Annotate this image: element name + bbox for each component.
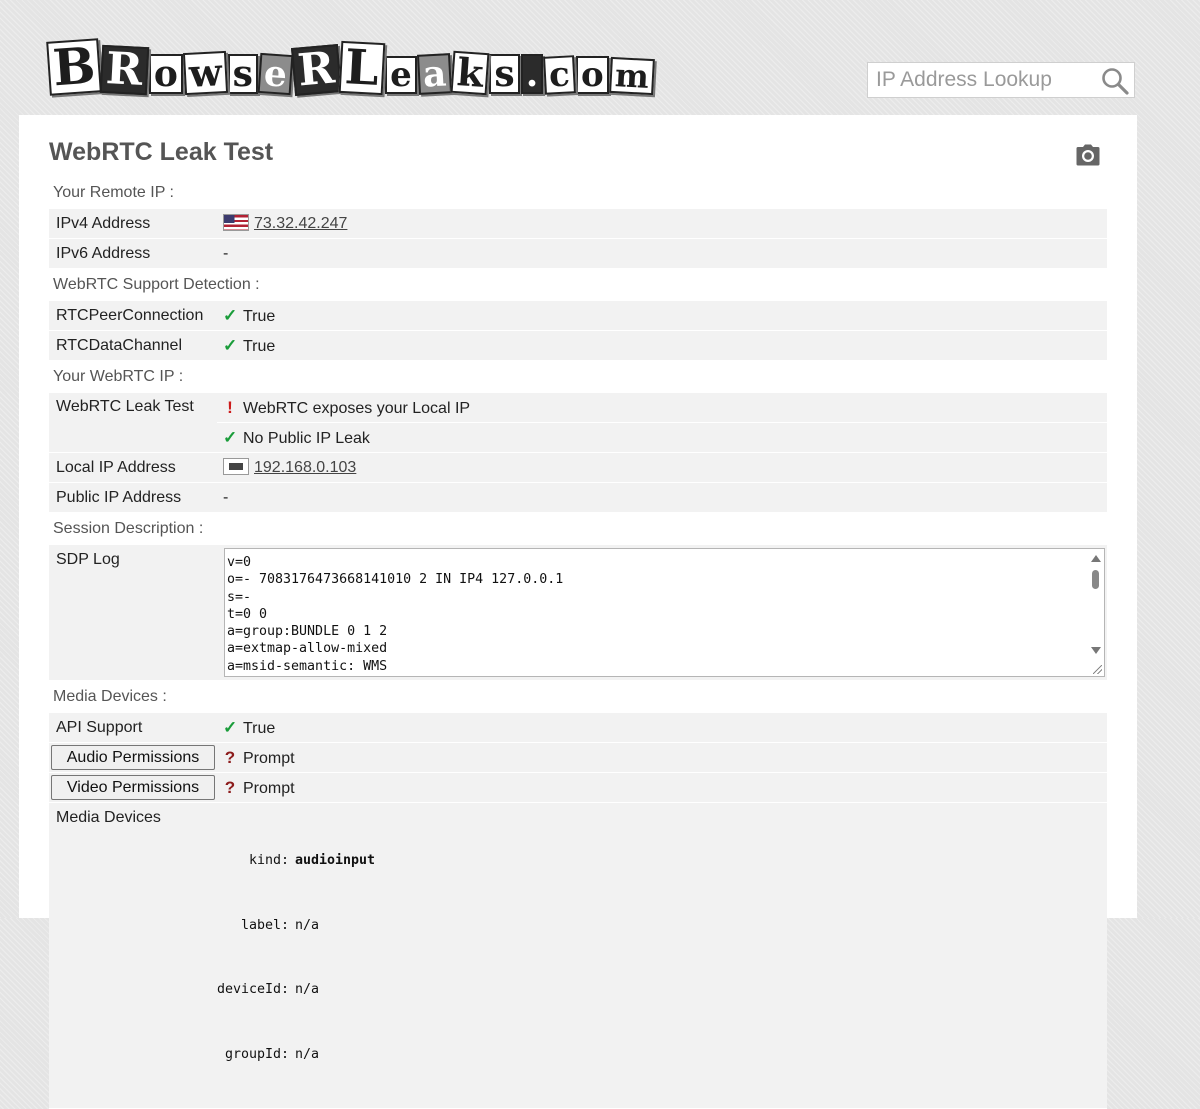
- logo-tile: R: [100, 43, 150, 96]
- scroll-up-icon[interactable]: [1091, 555, 1101, 562]
- rtcdatachannel-row: RTCDataChannel ✓ True: [49, 331, 1107, 361]
- ipv4-row: IPv4 Address 73.32.42.247: [49, 209, 1107, 239]
- page-title: WebRTC Leak Test: [49, 138, 274, 166]
- ipv6-label: IPv6 Address: [49, 239, 217, 269]
- media-devices-row: Media Devices kind: audioinput label: n/a …: [49, 803, 1107, 1109]
- ipv4-label: IPv4 Address: [49, 209, 217, 239]
- logo-tile: s: [489, 54, 520, 94]
- sdp-label: SDP Log: [49, 545, 217, 681]
- local-ip-link[interactable]: 192.168.0.103: [254, 459, 356, 476]
- leak-local-value: WebRTC exposes your Local IP: [243, 399, 471, 417]
- logo-tile: o: [148, 54, 183, 94]
- sdp-textarea[interactable]: v=0 o=- 7083176473668141010 2 IN IP4 127…: [224, 548, 1105, 677]
- section-session-description: Session Description :: [53, 520, 204, 537]
- question-icon: ?: [224, 777, 236, 797]
- main-panel: WebRTC Leak Test Your Remote IP : IPv4 A…: [19, 115, 1137, 1109]
- rtcdatachannel-value: True: [243, 337, 276, 355]
- audio-permissions-value: Prompt: [243, 749, 295, 767]
- check-icon: ✓: [223, 335, 238, 355]
- device-kind: kind: audioinput: [248, 853, 376, 868]
- logo-tile: .: [520, 54, 544, 94]
- logo-tile: w: [182, 49, 228, 96]
- logo-tile: a: [416, 52, 453, 96]
- rtcpeerconnection-value: True: [243, 307, 276, 325]
- sdp-row: SDP Log v=0 o=- 7083176473668141010 2 IN…: [49, 545, 1107, 681]
- scroll-down-icon[interactable]: [1091, 647, 1101, 654]
- section-remote-ip: Your Remote IP :: [53, 184, 174, 201]
- logo-tile: L: [339, 39, 386, 97]
- logo-tile: e: [257, 52, 294, 96]
- ethernet-icon: [223, 458, 249, 475]
- ip-lookup-input[interactable]: [868, 63, 1096, 97]
- sdp-scrollbar[interactable]: [1087, 549, 1104, 676]
- logo-tile: B: [46, 36, 103, 97]
- section-webrtc-ip: Your WebRTC IP :: [53, 368, 184, 385]
- logo-tile: R: [290, 43, 342, 96]
- logo-tile: k: [450, 49, 490, 96]
- video-permissions-button[interactable]: Video Permissions: [51, 775, 215, 800]
- sdp-log-text: v=0 o=- 7083176473668141010 2 IN IP4 127…: [227, 555, 564, 674]
- rtcpeerconnection-row: RTCPeerConnection ✓ True: [49, 301, 1107, 331]
- rtcpeerconnection-label: RTCPeerConnection: [49, 301, 217, 331]
- device-group-id: groupId: n/a: [224, 1046, 320, 1062]
- rtcdatachannel-label: RTCDataChannel: [49, 331, 217, 361]
- section-webrtc-support: WebRTC Support Detection :: [53, 276, 260, 293]
- camera-icon[interactable]: [1076, 144, 1100, 166]
- audio-permissions-button[interactable]: Audio Permissions: [51, 745, 215, 770]
- api-support-label: API Support: [49, 713, 217, 743]
- site-logo[interactable]: B R o w s e R L e a k s . c o m: [46, 18, 655, 97]
- scroll-thumb[interactable]: [1092, 570, 1099, 589]
- resize-grip-icon[interactable]: [1093, 665, 1102, 674]
- ipv6-value: -: [217, 239, 1107, 269]
- leak-test-row: WebRTC Leak Test ! WebRTC exposes your Lo…: [49, 393, 1107, 453]
- leak-public-value: No Public IP Leak: [243, 429, 370, 447]
- ipv4-link[interactable]: 73.32.42.247: [254, 215, 347, 232]
- logo-tile: e: [385, 56, 417, 94]
- public-ip-row: Public IP Address -: [49, 483, 1107, 513]
- warning-icon: !: [227, 397, 233, 417]
- api-support-value: True: [243, 719, 276, 737]
- media-device-list: kind: audioinput label: n/a deviceId: n/a g…: [217, 803, 1107, 1108]
- logo-tile: o: [575, 56, 609, 94]
- logo-tile: m: [608, 56, 655, 96]
- public-ip-value: -: [217, 483, 1107, 513]
- ip-lookup-search: [867, 62, 1135, 98]
- media-devices-label: Media Devices: [49, 803, 217, 1109]
- public-ip-label: Public IP Address: [49, 483, 217, 513]
- question-icon: ?: [224, 747, 236, 767]
- video-permissions-row: Video Permissions ? Prompt: [49, 773, 1107, 803]
- device-id: deviceId: n/a: [217, 982, 320, 997]
- api-support-row: API Support ✓ True: [49, 713, 1107, 743]
- webrtc-info-table: Your Remote IP : IPv4 Address 73.32.42.2…: [49, 177, 1107, 1109]
- search-icon[interactable]: [1100, 66, 1130, 96]
- video-permissions-value: Prompt: [243, 779, 295, 797]
- check-icon: ✓: [223, 305, 238, 325]
- audio-permissions-row: Audio Permissions ? Prompt: [49, 743, 1107, 773]
- section-media-devices: Media Devices :: [53, 688, 167, 705]
- check-icon: ✓: [223, 717, 238, 737]
- leak-test-label: WebRTC Leak Test: [49, 393, 217, 453]
- check-icon: ✓: [223, 427, 238, 447]
- logo-tile: s: [227, 54, 258, 94]
- us-flag-icon: [223, 214, 249, 231]
- local-ip-row: Local IP Address 192.168.0.103: [49, 453, 1107, 483]
- ipv6-row: IPv6 Address -: [49, 239, 1107, 269]
- logo-tile: c: [543, 54, 576, 96]
- local-ip-label: Local IP Address: [49, 453, 217, 483]
